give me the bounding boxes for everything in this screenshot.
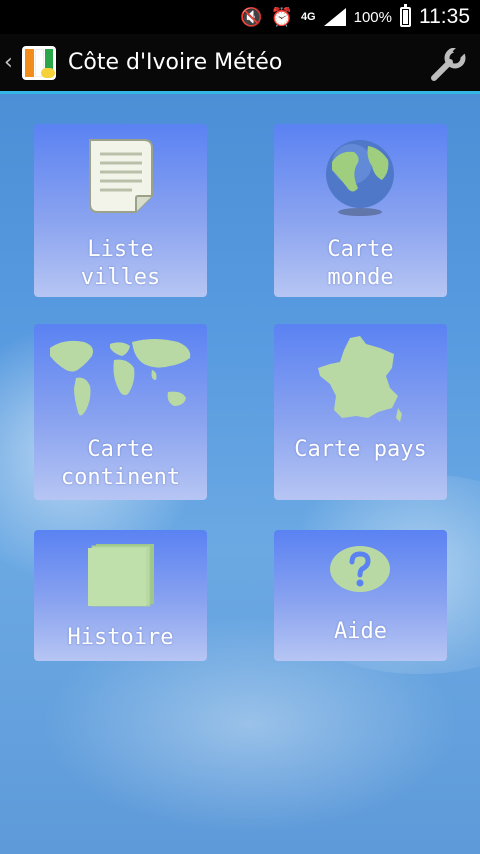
app-title: Côte d'Ivoire Météo (68, 50, 283, 75)
tile-label: Carte (327, 237, 394, 262)
tile-label: villes (80, 265, 161, 290)
signal-icon (323, 8, 346, 26)
help-icon (330, 546, 390, 592)
book-icon (88, 544, 154, 607)
status-bar: 🔇 ⏰ 4G 100% 11:35 (0, 0, 480, 34)
wrench-icon[interactable] (428, 48, 466, 82)
france-map-icon (318, 336, 402, 422)
tile-label: Liste (87, 237, 154, 262)
tile-label: Carte pays (294, 437, 427, 462)
list-cities-button[interactable]: Liste villes (34, 124, 207, 297)
country-map-button[interactable]: Carte pays (274, 324, 447, 500)
continent-map-button[interactable]: Carte continent (34, 324, 207, 500)
tile-label: Aide (334, 619, 387, 644)
help-button[interactable]: Aide (274, 530, 447, 661)
tile-label: Carte (87, 437, 154, 462)
network-type: 4G (300, 10, 316, 23)
clock: 11:35 (419, 5, 470, 28)
battery-icon (400, 4, 411, 27)
alarm-icon: ⏰ (270, 7, 293, 27)
action-bar: ‹ Côte d'Ivoire Météo (0, 34, 480, 94)
world-map-icon (50, 339, 191, 416)
history-button[interactable]: Histoire (34, 530, 207, 661)
tile-label: Histoire (67, 625, 174, 650)
app-logo[interactable] (22, 45, 56, 80)
mute-icon: 🔇 (240, 7, 263, 27)
back-chevron-icon[interactable]: ‹ (4, 50, 16, 75)
tile-label: continent (60, 465, 181, 490)
battery-percent: 100% (353, 8, 392, 26)
list-document-icon (89, 139, 153, 213)
tile-label: monde (327, 265, 394, 290)
globe-icon (326, 140, 394, 216)
world-map-button[interactable]: Carte monde (274, 124, 447, 297)
